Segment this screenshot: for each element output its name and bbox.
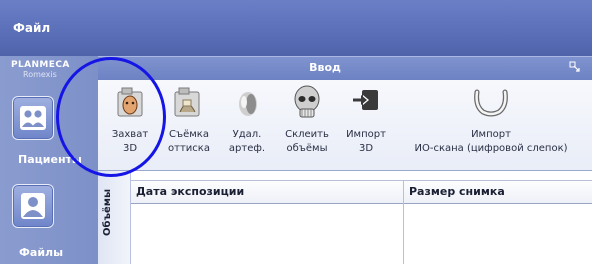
annotation-circle [56,57,166,177]
import-3d-label-line2: 3D [358,143,374,154]
import-3d-label-line1: Импорт [346,129,386,140]
import-io-scan-icon [474,89,508,117]
dialog-launcher-icon[interactable] [569,61,583,73]
remove-artifacts-label-line2: артеф. [228,143,266,154]
remove-artifacts-button[interactable]: Удал. артеф. [220,84,274,164]
import-3d-button[interactable]: Импорт 3D [339,84,393,164]
stitch-volumes-label-line2: объёмы [286,143,328,154]
import-io-scan-button[interactable]: Импорт ИО-скана (цифровой слепок) [395,84,587,164]
import-3d-icon [353,90,378,110]
nav-files-label: Файлы [19,246,64,259]
impression-scan-label-line1: Съёмка [169,129,209,140]
logo-brand: PLANMECA [11,60,70,70]
import-io-scan-label-line2: ИО-скана (цифровой слепок) [414,143,568,154]
logo-product: Romexis [23,70,57,79]
ribbon-group-title: Ввод [309,61,341,74]
remove-artifacts-label-line1: Удал. [232,129,262,140]
nav-files-button[interactable] [12,184,54,228]
stitch-volumes-button[interactable]: Склеить объёмы [277,84,337,164]
column-header-exposure-date[interactable]: Дата экспозиции [136,185,244,198]
side-tab-label: Объёмы [102,189,113,236]
import-io-scan-label-line1: Импорт [471,129,511,140]
menu-bar [0,0,592,56]
impression-scan-button[interactable]: Съёмка оттиска [161,84,217,164]
menu-file[interactable]: Файл [13,21,50,35]
files-icon [21,193,45,219]
impression-scan-icon [174,87,200,117]
nav-patients-button[interactable] [12,96,54,140]
column-separator[interactable] [403,180,404,264]
remove-artifacts-icon [239,92,257,116]
stitch-volumes-icon [294,85,320,118]
column-header-image-size[interactable]: Размер снимка [409,185,505,198]
impression-scan-label-line2: оттиска [168,143,210,154]
stitch-volumes-label-line1: Склеить [285,129,329,140]
patients-icon [20,106,46,130]
